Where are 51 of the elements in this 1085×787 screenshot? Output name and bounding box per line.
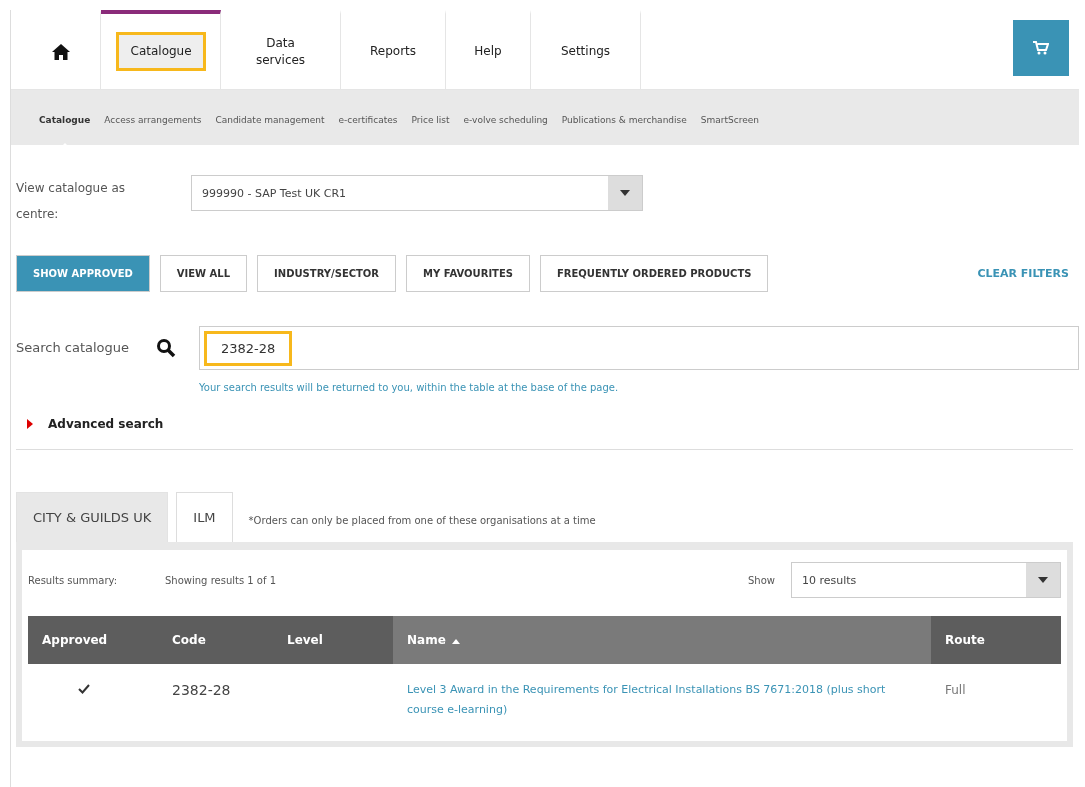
cart-icon bbox=[1033, 41, 1049, 55]
advanced-search-toggle[interactable]: Advanced search bbox=[16, 417, 164, 431]
highlight-frame: Settings bbox=[545, 32, 626, 71]
caret-icon bbox=[26, 419, 34, 429]
centre-label: View catalogue as centre: bbox=[16, 180, 126, 223]
organisation-tab[interactable]: ILM bbox=[176, 492, 233, 542]
filter-button[interactable]: FREQUENTLY ORDERED PRODUCTS bbox=[539, 255, 769, 292]
column-header[interactable]: Name bbox=[393, 616, 931, 664]
sort-up-icon bbox=[451, 639, 460, 644]
column-header[interactable]: Code bbox=[158, 616, 273, 664]
column-header[interactable]: Approved bbox=[28, 616, 158, 664]
filter-button[interactable]: INDUSTRY/SECTOR bbox=[257, 255, 397, 292]
nav-tab[interactable]: Help bbox=[446, 10, 531, 89]
subnav-link[interactable]: e-volve scheduling bbox=[463, 115, 548, 125]
table-cell: Full bbox=[931, 664, 1061, 740]
highlight-frame: Data services bbox=[235, 23, 326, 80]
subnav-link[interactable]: Access arrangements bbox=[104, 115, 202, 125]
results-select[interactable]: 10 results bbox=[791, 562, 1061, 598]
search-hint: Your search results will be returned to you, within the table at the base of the page. bbox=[199, 382, 620, 393]
cart-button[interactable] bbox=[1013, 20, 1069, 76]
caret-icon bbox=[1038, 577, 1048, 583]
subnav-link[interactable]: Price list bbox=[411, 115, 450, 125]
search-field[interactable]: 2382-28 bbox=[199, 326, 1079, 370]
centre-select[interactable]: 999990 - SAP Test UK CR1 bbox=[191, 175, 643, 211]
subnav-link[interactable]: Publications & merchandise bbox=[561, 115, 687, 125]
table-cell: 2382-28 bbox=[158, 664, 273, 740]
home-icon bbox=[51, 43, 70, 60]
product-link[interactable]: Level 3 Award in the Requirements for Electrical Installations BS 7671:2018 (plus short course e-learning) bbox=[407, 680, 931, 720]
summary-text: Showing results 1 of 1 bbox=[165, 574, 277, 586]
highlight-frame: Reports bbox=[355, 32, 431, 71]
subnav-link[interactable]: SmartScreen bbox=[700, 115, 759, 125]
nav-tab[interactable]: Reports bbox=[341, 10, 446, 89]
search-icon bbox=[156, 338, 176, 358]
subnav-link[interactable]: Catalogue bbox=[39, 115, 91, 125]
caret-icon bbox=[620, 190, 630, 196]
highlight-frame: Catalogue bbox=[115, 32, 206, 71]
subnav-link[interactable]: Candidate management bbox=[215, 115, 325, 125]
column-header[interactable]: Route bbox=[931, 616, 1061, 664]
nav-tab[interactable]: Settings bbox=[531, 10, 641, 89]
organisation-tab[interactable]: CITY & GUILDS UK bbox=[16, 492, 169, 542]
nav-tab[interactable]: Catalogue bbox=[101, 10, 221, 89]
filter-button[interactable]: VIEW ALL bbox=[159, 255, 248, 292]
nav-tab[interactable]: Data services bbox=[221, 10, 341, 89]
search-label: Search catalogue bbox=[16, 339, 131, 357]
organisation-note: *Orders can only be placed from one of these organisations at a time bbox=[248, 515, 596, 526]
summary-label: Results summary: bbox=[28, 574, 119, 586]
highlight-frame: Help bbox=[459, 32, 517, 71]
show-label: Show bbox=[748, 574, 775, 586]
filter-button[interactable]: MY FAVOURITES bbox=[406, 255, 530, 292]
subnav-link[interactable]: e-certificates bbox=[338, 115, 398, 125]
column-header[interactable]: Level bbox=[273, 616, 393, 664]
